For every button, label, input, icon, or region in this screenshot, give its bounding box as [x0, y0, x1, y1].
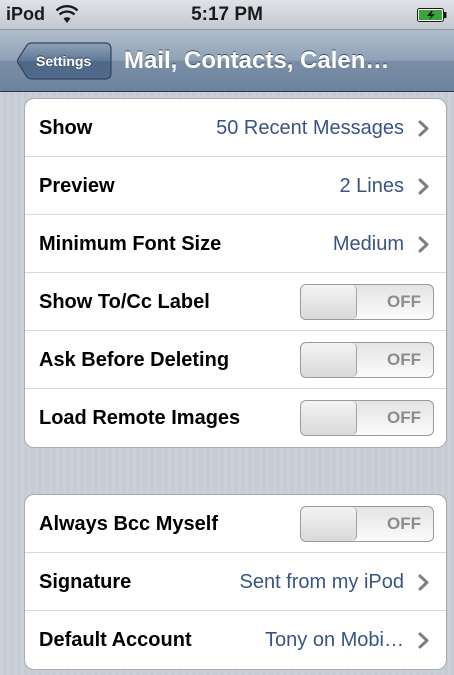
toggle-state-label: OFF [387, 514, 421, 533]
chevron-right-icon [418, 632, 430, 649]
settings-row-load-remote-images: Load Remote Images OFF [25, 389, 446, 447]
chevron-right-icon [418, 178, 430, 195]
row-label: Signature [39, 571, 132, 593]
row-label: Show To/Cc Label [39, 291, 210, 313]
settings-row-preview[interactable]: Preview 2 Lines [25, 157, 446, 215]
settings-row-always-bcc-myself: Always Bcc Myself OFF [25, 495, 446, 553]
back-button[interactable]: Settings [16, 42, 112, 80]
toggle-switch-load-remote-images[interactable]: OFF [300, 400, 434, 436]
chevron-right-icon [418, 574, 430, 591]
chevron-right-icon [418, 120, 430, 137]
toggle-knob [301, 343, 357, 377]
settings-row-show[interactable]: Show 50 Recent Messages [25, 99, 446, 157]
settings-row-show-to-cc-label: Show To/Cc Label OFF [25, 273, 446, 331]
toggle-state-label: OFF [387, 292, 421, 311]
row-label: Always Bcc Myself [39, 513, 218, 535]
navigation-bar: Settings Mail, Contacts, Calen… [0, 30, 454, 92]
back-button-label: Settings [36, 53, 92, 69]
settings-group: Always Bcc Myself OFF Signature Sent from m… [24, 494, 447, 670]
settings-row-signature[interactable]: Signature Sent from my iPod [25, 553, 446, 611]
toggle-state-label: OFF [387, 408, 421, 427]
status-bar: iPod 5:17 PM [0, 0, 454, 30]
toggle-knob [301, 401, 357, 435]
clock: 5:17 PM [191, 4, 263, 25]
toggle-state-label: OFF [387, 350, 421, 369]
settings-content: Show 50 Recent Messages Preview 2 Lines Mini… [0, 92, 454, 675]
row-value: Sent from my iPod [239, 571, 404, 593]
toggle-switch-ask-before-deleting[interactable]: OFF [300, 342, 434, 378]
settings-row-minimum-font-size[interactable]: Minimum Font Size Medium [25, 215, 446, 273]
toggle-switch-always-bcc-myself[interactable]: OFF [300, 506, 434, 542]
settings-row-ask-before-deleting: Ask Before Deleting OFF [25, 331, 446, 389]
row-value: 2 Lines [339, 175, 405, 197]
settings-row-default-account[interactable]: Default Account Tony on Mobi… [25, 611, 446, 669]
chevron-right-icon [418, 236, 430, 253]
page-title: Mail, Contacts, Calen… [124, 47, 390, 74]
row-value: Tony on Mobi… [265, 629, 404, 651]
row-label: Show [39, 117, 93, 139]
row-label: Minimum Font Size [39, 233, 222, 255]
toggle-knob [301, 285, 357, 319]
toggle-switch-show-to-cc-label[interactable]: OFF [300, 284, 434, 320]
battery-charging-icon [417, 8, 447, 22]
row-label: Preview [39, 175, 115, 197]
toggle-knob [301, 507, 357, 541]
row-label: Default Account [39, 629, 192, 651]
row-value: 50 Recent Messages [216, 117, 404, 139]
row-label: Load Remote Images [39, 407, 241, 429]
settings-group: Show 50 Recent Messages Preview 2 Lines Mini… [24, 98, 447, 448]
row-value: Medium [332, 233, 404, 255]
row-label: Ask Before Deleting [39, 349, 230, 371]
